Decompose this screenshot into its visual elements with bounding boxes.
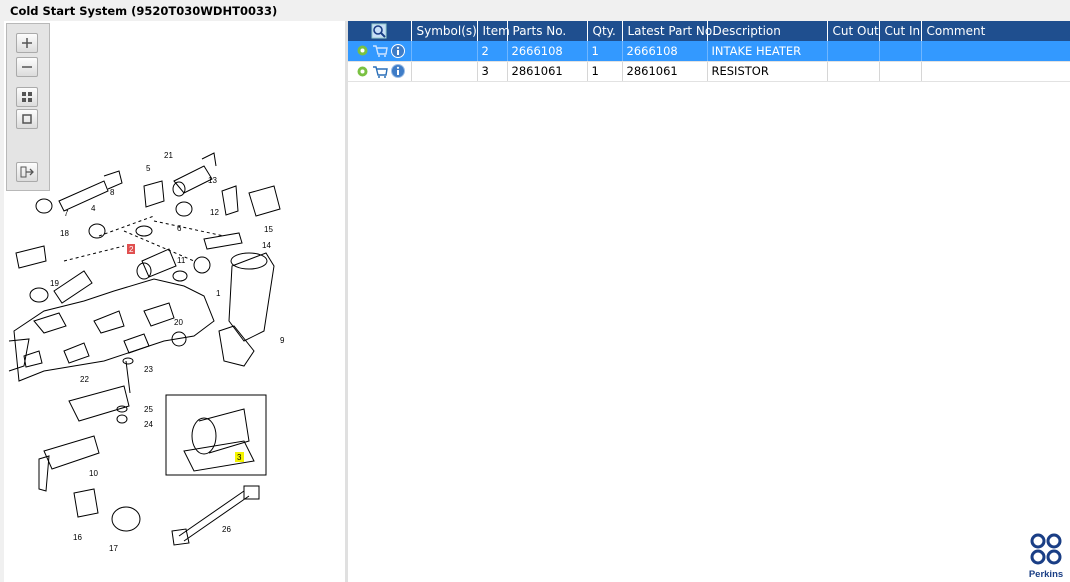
parts-diagram-panel[interactable]: 1 2 3 4 5 6 7 8 9 10 11 12 13 14 15 16 1… [4, 21, 345, 582]
diagram-label-1[interactable]: 1 [216, 289, 221, 298]
column-header-symbols[interactable]: Symbol(s) [411, 21, 478, 41]
cell-description: INTAKE HEATER [707, 41, 828, 62]
diagram-label-16[interactable]: 16 [73, 533, 82, 542]
zoom-in-button[interactable] [16, 33, 38, 53]
cell-symbols [411, 41, 478, 62]
actual-size-button[interactable] [16, 109, 38, 129]
zoom-out-icon [22, 66, 32, 68]
diagram-label-22[interactable]: 22 [80, 375, 89, 384]
gear-icon[interactable] [356, 44, 369, 57]
zoom-out-button[interactable] [16, 57, 38, 77]
cell-parts-no: 2666108 [507, 41, 588, 62]
diagram-label-7[interactable]: 7 [64, 209, 69, 218]
cell-cut-out [827, 41, 880, 62]
gear-icon[interactable] [356, 65, 369, 78]
diagram-label-23[interactable]: 23 [144, 365, 153, 374]
cell-cut-in [879, 61, 922, 82]
diagram-label-25[interactable]: 25 [144, 405, 153, 414]
info-icon[interactable] [391, 43, 405, 58]
export-icon [20, 166, 34, 178]
cell-qty: 1 [587, 61, 623, 82]
cell-description: RESISTOR [707, 61, 828, 82]
column-header-qty[interactable]: Qty. [587, 21, 623, 41]
cell-item: 3 [477, 61, 508, 82]
parts-diagram[interactable]: 1 2 3 4 5 6 7 8 9 10 11 12 13 14 15 16 1… [4, 21, 345, 582]
diagram-label-5[interactable]: 5 [146, 164, 151, 173]
diagram-label-13[interactable]: 13 [208, 176, 217, 185]
cart-icon[interactable] [372, 44, 388, 58]
window-title: Cold Start System (9520T030WDHT0033) [0, 0, 1070, 21]
table-row[interactable]: 2 2666108 1 2666108 INTAKE HEATER [348, 41, 1070, 62]
cell-comment [921, 41, 1070, 62]
perkins-logo-icon [1030, 533, 1062, 565]
diagram-label-2[interactable]: 2 [129, 245, 134, 254]
cell-latest-part-no: 2861061 [622, 61, 708, 82]
perkins-logo: Perkins [1026, 532, 1066, 580]
zoom-in-icon [22, 38, 32, 48]
cell-parts-no: 2861061 [507, 61, 588, 82]
column-header-cut-in[interactable]: Cut In [879, 21, 922, 41]
diagram-label-21[interactable]: 21 [164, 151, 173, 160]
column-header-description[interactable]: Description [707, 21, 828, 41]
cell-comment [921, 61, 1070, 82]
diagram-label-9[interactable]: 9 [280, 336, 285, 345]
cell-symbols [411, 61, 478, 82]
cell-qty: 1 [587, 41, 623, 62]
diagram-label-6[interactable]: 6 [177, 224, 182, 233]
cell-cut-in [879, 41, 922, 62]
actual-size-icon [22, 114, 32, 124]
column-header-item[interactable]: Item [477, 21, 510, 41]
diagram-label-3[interactable]: 3 [237, 453, 242, 462]
column-header-comment[interactable]: Comment [921, 21, 1070, 41]
row-icons-cell [348, 41, 412, 62]
table-header-row: Symbol(s) Item Parts No. Qty. Latest Par… [348, 21, 1070, 41]
column-header-cut-out[interactable]: Cut Out [827, 21, 880, 41]
diagram-label-8[interactable]: 8 [110, 188, 115, 197]
cell-item: 2 [477, 41, 508, 62]
diagram-label-4[interactable]: 4 [91, 204, 96, 213]
search-parts-icon[interactable] [371, 23, 387, 39]
info-icon[interactable] [391, 64, 405, 78]
diagram-label-15[interactable]: 15 [264, 225, 273, 234]
parts-table: Symbol(s) Item Parts No. Qty. Latest Par… [348, 21, 1070, 82]
table-row[interactable]: 3 2861061 1 2861061 RESISTOR [348, 61, 1070, 82]
export-button[interactable] [16, 162, 38, 182]
diagram-label-24[interactable]: 24 [144, 420, 153, 429]
header-search-cell[interactable] [348, 21, 412, 41]
cell-latest-part-no: 2666108 [622, 41, 708, 62]
diagram-label-14[interactable]: 14 [262, 241, 271, 250]
diagram-label-12[interactable]: 12 [210, 208, 219, 217]
column-header-latest-part-no[interactable]: Latest Part No. [622, 21, 716, 41]
parts-list-panel: Symbol(s) Item Parts No. Qty. Latest Par… [348, 21, 1070, 582]
diagram-label-19[interactable]: 19 [50, 279, 59, 288]
diagram-label-26[interactable]: 26 [222, 525, 231, 534]
fit-to-window-button[interactable] [16, 87, 38, 107]
fit-to-window-icon [22, 92, 32, 102]
cell-cut-out [827, 61, 880, 82]
diagram-label-18[interactable]: 18 [60, 229, 69, 238]
diagram-toolbar [6, 23, 50, 191]
row-icons-cell [348, 61, 412, 82]
diagram-label-11[interactable]: 11 [177, 256, 186, 265]
diagram-label-20[interactable]: 20 [174, 318, 183, 327]
cart-icon[interactable] [372, 65, 388, 78]
column-header-parts-no[interactable]: Parts No. [507, 21, 588, 41]
diagram-label-17[interactable]: 17 [109, 544, 118, 553]
brand-name: Perkins [1028, 569, 1064, 580]
diagram-label-10[interactable]: 10 [89, 469, 98, 478]
